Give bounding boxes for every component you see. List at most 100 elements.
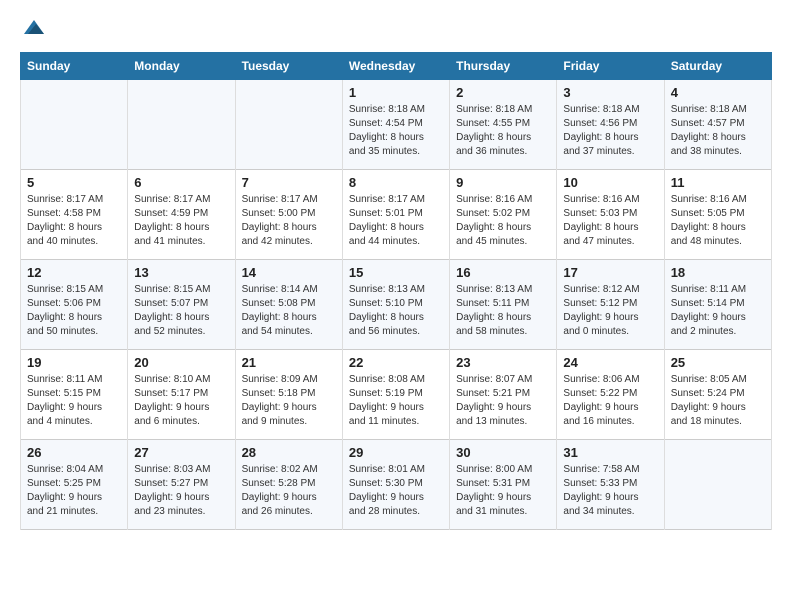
day-info: Sunrise: 8:16 AM Sunset: 5:03 PM Dayligh…: [563, 193, 657, 249]
day-info: Sunrise: 8:08 AM Sunset: 5:19 PM Dayligh…: [349, 373, 443, 429]
day-info: Sunrise: 8:05 AM Sunset: 5:24 PM Dayligh…: [671, 373, 765, 429]
day-number: 31: [563, 445, 657, 460]
day-info: Sunrise: 8:17 AM Sunset: 4:58 PM Dayligh…: [27, 193, 121, 249]
day-info: Sunrise: 8:03 AM Sunset: 5:27 PM Dayligh…: [134, 463, 228, 519]
day-cell: 29 Sunrise: 8:01 AM Sunset: 5:30 PM Dayli…: [342, 440, 449, 530]
day-cell: [21, 80, 128, 170]
day-info: Sunrise: 8:11 AM Sunset: 5:14 PM Dayligh…: [671, 283, 765, 339]
week-row-3: 12 Sunrise: 8:15 AM Sunset: 5:06 PM Dayli…: [21, 260, 772, 350]
header-cell-thursday: Thursday: [450, 53, 557, 80]
week-row-4: 19 Sunrise: 8:11 AM Sunset: 5:15 PM Dayli…: [21, 350, 772, 440]
day-number: 1: [349, 85, 443, 100]
day-cell: 9 Sunrise: 8:16 AM Sunset: 5:02 PM Daylig…: [450, 170, 557, 260]
day-info: Sunrise: 8:18 AM Sunset: 4:54 PM Dayligh…: [349, 103, 443, 159]
logo-icon: [22, 16, 46, 40]
week-row-2: 5 Sunrise: 8:17 AM Sunset: 4:58 PM Daylig…: [21, 170, 772, 260]
day-cell: 14 Sunrise: 8:14 AM Sunset: 5:08 PM Dayli…: [235, 260, 342, 350]
day-number: 22: [349, 355, 443, 370]
header-cell-friday: Friday: [557, 53, 664, 80]
day-info: Sunrise: 8:09 AM Sunset: 5:18 PM Dayligh…: [242, 373, 336, 429]
day-info: Sunrise: 8:15 AM Sunset: 5:07 PM Dayligh…: [134, 283, 228, 339]
day-cell: 12 Sunrise: 8:15 AM Sunset: 5:06 PM Dayli…: [21, 260, 128, 350]
day-number: 29: [349, 445, 443, 460]
day-number: 20: [134, 355, 228, 370]
day-number: 15: [349, 265, 443, 280]
day-number: 30: [456, 445, 550, 460]
day-number: 10: [563, 175, 657, 190]
day-cell: 16 Sunrise: 8:13 AM Sunset: 5:11 PM Dayli…: [450, 260, 557, 350]
day-info: Sunrise: 8:18 AM Sunset: 4:55 PM Dayligh…: [456, 103, 550, 159]
day-number: 19: [27, 355, 121, 370]
header: [20, 16, 772, 42]
header-cell-saturday: Saturday: [664, 53, 771, 80]
day-info: Sunrise: 7:58 AM Sunset: 5:33 PM Dayligh…: [563, 463, 657, 519]
header-cell-wednesday: Wednesday: [342, 53, 449, 80]
day-cell: 31 Sunrise: 7:58 AM Sunset: 5:33 PM Dayli…: [557, 440, 664, 530]
day-cell: 8Sunrise: 8:17 AM Sunset: 5:01 PM Daylig…: [342, 170, 449, 260]
day-cell: [128, 80, 235, 170]
day-info: Sunrise: 8:07 AM Sunset: 5:21 PM Dayligh…: [456, 373, 550, 429]
day-cell: 11Sunrise: 8:16 AM Sunset: 5:05 PM Dayli…: [664, 170, 771, 260]
day-info: Sunrise: 8:17 AM Sunset: 5:01 PM Dayligh…: [349, 193, 443, 249]
day-number: 23: [456, 355, 550, 370]
day-cell: 21Sunrise: 8:09 AM Sunset: 5:18 PM Dayli…: [235, 350, 342, 440]
day-cell: 15 Sunrise: 8:13 AM Sunset: 5:10 PM Dayli…: [342, 260, 449, 350]
header-cell-sunday: Sunday: [21, 53, 128, 80]
day-cell: 10 Sunrise: 8:16 AM Sunset: 5:03 PM Dayli…: [557, 170, 664, 260]
day-info: Sunrise: 8:10 AM Sunset: 5:17 PM Dayligh…: [134, 373, 228, 429]
day-number: 14: [242, 265, 336, 280]
logo: [20, 16, 46, 42]
day-number: 16: [456, 265, 550, 280]
page: SundayMondayTuesdayWednesdayThursdayFrid…: [0, 0, 792, 546]
day-number: 12: [27, 265, 121, 280]
day-info: Sunrise: 8:14 AM Sunset: 5:08 PM Dayligh…: [242, 283, 336, 339]
day-number: 25: [671, 355, 765, 370]
day-info: Sunrise: 8:13 AM Sunset: 5:11 PM Dayligh…: [456, 283, 550, 339]
day-info: Sunrise: 8:02 AM Sunset: 5:28 PM Dayligh…: [242, 463, 336, 519]
day-number: 4: [671, 85, 765, 100]
day-info: Sunrise: 8:06 AM Sunset: 5:22 PM Dayligh…: [563, 373, 657, 429]
day-info: Sunrise: 8:17 AM Sunset: 4:59 PM Dayligh…: [134, 193, 228, 249]
day-cell: 19 Sunrise: 8:11 AM Sunset: 5:15 PM Dayli…: [21, 350, 128, 440]
day-info: Sunrise: 8:16 AM Sunset: 5:05 PM Dayligh…: [671, 193, 765, 249]
day-number: 17: [563, 265, 657, 280]
day-info: Sunrise: 8:01 AM Sunset: 5:30 PM Dayligh…: [349, 463, 443, 519]
day-number: 26: [27, 445, 121, 460]
header-row: SundayMondayTuesdayWednesdayThursdayFrid…: [21, 53, 772, 80]
day-cell: 5 Sunrise: 8:17 AM Sunset: 4:58 PM Daylig…: [21, 170, 128, 260]
day-info: Sunrise: 8:16 AM Sunset: 5:02 PM Dayligh…: [456, 193, 550, 249]
day-cell: 30Sunrise: 8:00 AM Sunset: 5:31 PM Dayli…: [450, 440, 557, 530]
day-cell: 13Sunrise: 8:15 AM Sunset: 5:07 PM Dayli…: [128, 260, 235, 350]
day-number: 24: [563, 355, 657, 370]
day-info: Sunrise: 8:13 AM Sunset: 5:10 PM Dayligh…: [349, 283, 443, 339]
day-cell: 7Sunrise: 8:17 AM Sunset: 5:00 PM Daylig…: [235, 170, 342, 260]
day-number: 5: [27, 175, 121, 190]
header-cell-monday: Monday: [128, 53, 235, 80]
day-number: 2: [456, 85, 550, 100]
day-number: 9: [456, 175, 550, 190]
day-cell: 23 Sunrise: 8:07 AM Sunset: 5:21 PM Dayli…: [450, 350, 557, 440]
day-info: Sunrise: 8:11 AM Sunset: 5:15 PM Dayligh…: [27, 373, 121, 429]
day-info: Sunrise: 8:18 AM Sunset: 4:56 PM Dayligh…: [563, 103, 657, 159]
day-number: 6: [134, 175, 228, 190]
day-cell: 20 Sunrise: 8:10 AM Sunset: 5:17 PM Dayli…: [128, 350, 235, 440]
day-number: 3: [563, 85, 657, 100]
day-cell: 28Sunrise: 8:02 AM Sunset: 5:28 PM Dayli…: [235, 440, 342, 530]
day-cell: 27 Sunrise: 8:03 AM Sunset: 5:27 PM Dayli…: [128, 440, 235, 530]
day-cell: 24 Sunrise: 8:06 AM Sunset: 5:22 PM Dayli…: [557, 350, 664, 440]
day-cell: 25 Sunrise: 8:05 AM Sunset: 5:24 PM Dayli…: [664, 350, 771, 440]
week-row-5: 26 Sunrise: 8:04 AM Sunset: 5:25 PM Dayli…: [21, 440, 772, 530]
day-number: 7: [242, 175, 336, 190]
day-cell: 3 Sunrise: 8:18 AM Sunset: 4:56 PM Daylig…: [557, 80, 664, 170]
day-cell: 17 Sunrise: 8:12 AM Sunset: 5:12 PM Dayli…: [557, 260, 664, 350]
day-cell: 6 Sunrise: 8:17 AM Sunset: 4:59 PM Daylig…: [128, 170, 235, 260]
day-info: Sunrise: 8:12 AM Sunset: 5:12 PM Dayligh…: [563, 283, 657, 339]
day-info: Sunrise: 8:15 AM Sunset: 5:06 PM Dayligh…: [27, 283, 121, 339]
day-number: 27: [134, 445, 228, 460]
day-info: Sunrise: 8:04 AM Sunset: 5:25 PM Dayligh…: [27, 463, 121, 519]
day-cell: 18Sunrise: 8:11 AM Sunset: 5:14 PM Dayli…: [664, 260, 771, 350]
day-cell: [664, 440, 771, 530]
day-cell: 4Sunrise: 8:18 AM Sunset: 4:57 PM Daylig…: [664, 80, 771, 170]
day-cell: 26 Sunrise: 8:04 AM Sunset: 5:25 PM Dayli…: [21, 440, 128, 530]
day-cell: [235, 80, 342, 170]
